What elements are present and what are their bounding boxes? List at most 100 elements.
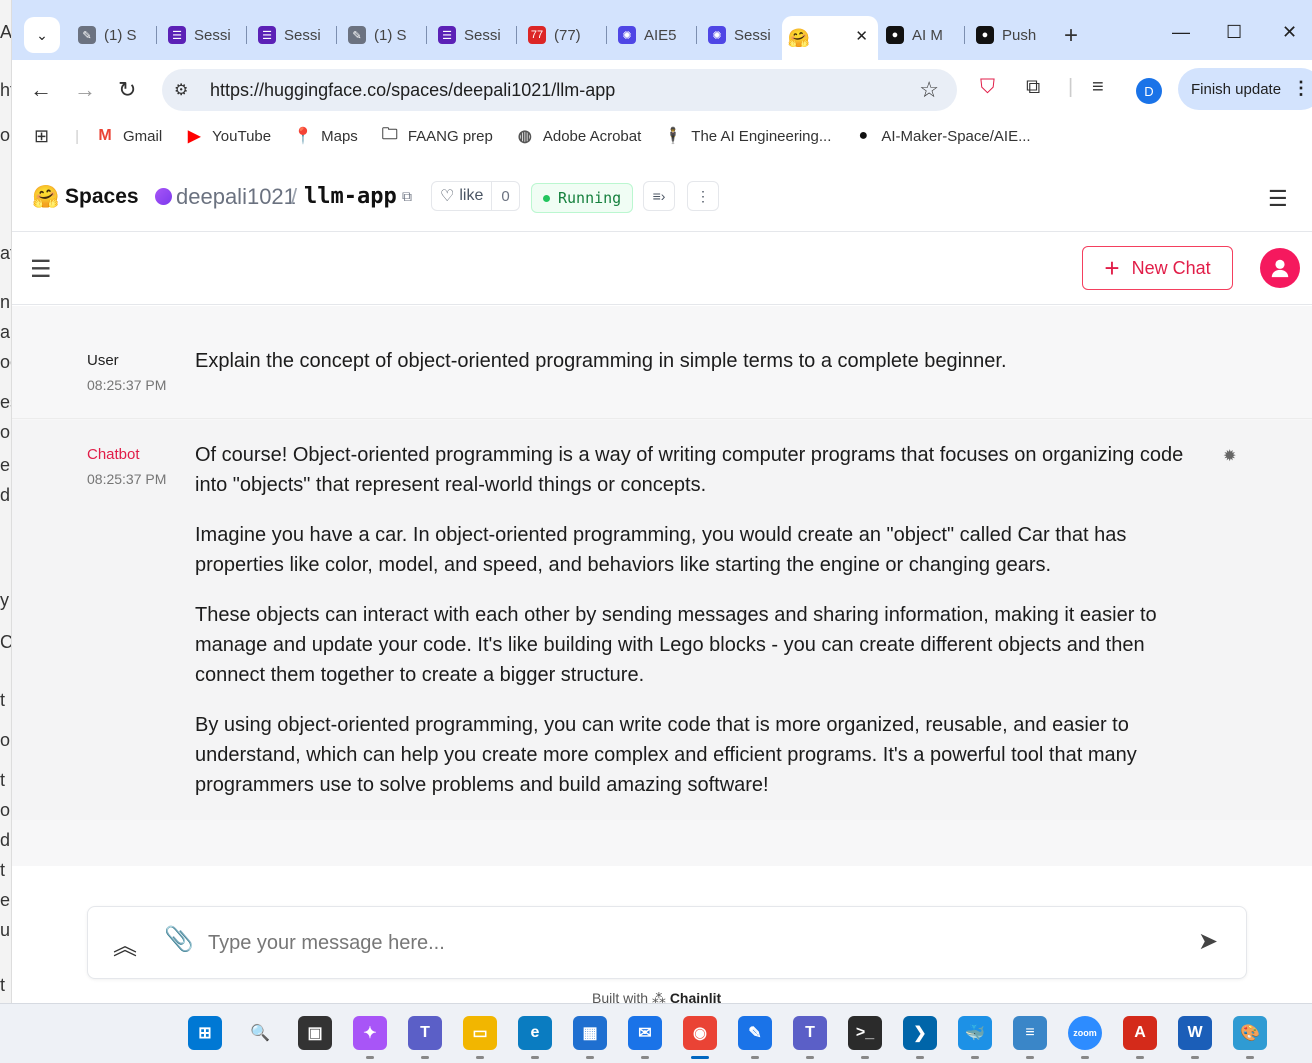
status-badge[interactable]: Running: [531, 183, 634, 213]
bookmark-item[interactable]: ● AI-Maker-Space/AIE...: [853, 127, 1031, 145]
plus-icon: +: [1104, 253, 1120, 283]
like-button[interactable]: ♡ like 0: [431, 181, 520, 211]
back-icon[interactable]: ←: [30, 77, 52, 103]
send-icon[interactable]: ➤: [1198, 927, 1218, 956]
zoom-icon[interactable]: zoom: [1068, 1016, 1102, 1059]
paperclip-icon[interactable]: 📎: [164, 925, 194, 954]
media-control-icon[interactable]: ≡: [1092, 76, 1104, 99]
search-icon[interactable]: 🔍: [243, 1016, 277, 1050]
chrome-icon[interactable]: ◉: [683, 1016, 717, 1059]
youtube-icon: ▶: [188, 128, 201, 145]
vscode-icon[interactable]: ❯: [903, 1016, 937, 1059]
maximize-icon[interactable]: ☐: [1226, 22, 1242, 43]
reload-icon[interactable]: ↻: [118, 77, 136, 103]
toolbar-divider: |: [1068, 76, 1074, 98]
more-vert-icon: ⋮: [696, 187, 710, 204]
file-explorer-icon[interactable]: ▭: [463, 1016, 497, 1059]
notepad-icon[interactable]: ≡: [1013, 1016, 1047, 1059]
new-tab-button[interactable]: +: [1064, 22, 1078, 50]
tab[interactable]: ● Push: [968, 16, 1052, 54]
extensions-puzzle-icon[interactable]: ⧉: [1026, 76, 1040, 99]
close-window-icon[interactable]: ✕: [1282, 22, 1297, 43]
copilot-icon[interactable]: ✦: [353, 1016, 387, 1059]
more-vert-icon[interactable]: ⋮: [1292, 78, 1310, 99]
logs-button[interactable]: ≡›: [643, 181, 675, 211]
profile-avatar[interactable]: D: [1136, 78, 1162, 104]
address-bar[interactable]: ⚙ https://huggingface.co/spaces/deepali1…: [162, 69, 957, 111]
owner-link[interactable]: deepali1021: [176, 184, 296, 210]
paint-icon[interactable]: 🎨: [1233, 1016, 1267, 1059]
finish-update-label: Finish update: [1191, 80, 1282, 98]
user-avatar[interactable]: [1260, 248, 1300, 288]
background-window-text: d: [0, 830, 11, 850]
word-icon[interactable]: W: [1178, 1016, 1212, 1059]
mail-icon[interactable]: ✉: [628, 1016, 662, 1059]
extension-shield-icon[interactable]: ⛉: [980, 76, 995, 99]
magic-wand-icon: ✎: [78, 26, 96, 44]
apps-grid-icon[interactable]: ⊞: [34, 126, 49, 147]
bug-icon[interactable]: ✹: [1223, 446, 1236, 466]
globe-icon: ◍: [517, 128, 532, 145]
bookmark-item[interactable]: ◍ Adobe Acrobat: [515, 126, 641, 146]
list-icon: ☰: [168, 26, 186, 44]
repo-name[interactable]: llm-app: [304, 184, 397, 209]
tab[interactable]: ● AI M: [878, 16, 962, 54]
close-tab-icon[interactable]: ✕: [855, 27, 868, 45]
new-chat-button[interactable]: + New Chat: [1082, 246, 1233, 290]
minimize-icon[interactable]: —: [1172, 22, 1190, 43]
github-icon: ●: [858, 127, 869, 144]
more-options-button[interactable]: ⋮: [687, 181, 719, 211]
start-icon[interactable]: ⊞: [188, 1016, 222, 1050]
background-window-text: o: [0, 422, 11, 442]
background-window-text: ol: [0, 730, 11, 750]
tab[interactable]: ✺ AIE5: [610, 16, 694, 54]
task-view-icon[interactable]: ▣: [298, 1016, 332, 1050]
tab[interactable]: 77 (77): [520, 16, 604, 54]
sidebar-toggle-icon[interactable]: ☰: [30, 255, 52, 284]
forward-icon[interactable]: →: [74, 77, 96, 103]
message-paragraph: Explain the concept of object-oriented p…: [195, 350, 1007, 372]
message-list: User 08:25:37 PM Explain the concept of …: [12, 306, 1312, 866]
tab-label: Push: [1002, 26, 1037, 44]
tab[interactable]: ☰ Sessi: [250, 16, 334, 54]
hamburger-menu-icon[interactable]: ☰: [1268, 186, 1288, 212]
teams-icon[interactable]: T: [408, 1016, 442, 1059]
tab-separator: [156, 26, 157, 44]
tab[interactable]: ✎ (1) S: [340, 16, 424, 54]
tab[interactable]: ☰ Sessi: [430, 16, 514, 54]
acrobat-icon[interactable]: A: [1123, 1016, 1157, 1059]
tab-label: AI M: [912, 26, 943, 44]
spaces-link[interactable]: Spaces: [65, 185, 139, 209]
copy-icon[interactable]: ⧉: [402, 188, 412, 205]
url-text[interactable]: https://huggingface.co/spaces/deepali102…: [210, 80, 615, 101]
tab-active[interactable]: 🤗 ✕: [782, 16, 878, 60]
tab-search-dropdown[interactable]: ⌄: [24, 17, 60, 53]
terminal-icon[interactable]: >_: [848, 1016, 882, 1059]
double-chevron-up-icon[interactable]: ︽: [113, 926, 137, 961]
background-window-text: t: [0, 770, 6, 790]
built-with-footer[interactable]: Built with ⁂ Chainlit: [592, 990, 721, 1003]
message-chatbot: Chatbot 08:25:37 PM Of course! Object-or…: [12, 420, 1312, 820]
bookmark-item[interactable]: ▶ YouTube: [184, 126, 271, 146]
bookmark-item[interactable]: 📍 Maps: [293, 126, 358, 146]
tab[interactable]: ✺ Sessi: [700, 16, 784, 54]
bookmark-label: Maps: [321, 127, 358, 145]
bookmark-item[interactable]: 🗀 FAANG prep: [380, 123, 493, 150]
store-icon[interactable]: ▦: [573, 1016, 607, 1059]
bookmark-item[interactable]: M Gmail: [95, 127, 162, 145]
background-window-text: or: [0, 800, 11, 820]
docker-icon[interactable]: 🐳: [958, 1016, 992, 1059]
background-window-text: at: [0, 243, 11, 263]
finish-update-button[interactable]: Finish update ⋮: [1178, 68, 1312, 110]
hugging-face-icon[interactable]: 🤗: [32, 184, 59, 210]
message-input[interactable]: [208, 925, 1168, 961]
teams-icon[interactable]: T: [793, 1016, 827, 1059]
bookmark-item[interactable]: 🕴 The AI Engineering...: [663, 126, 831, 146]
tab[interactable]: ☰ Sessi: [160, 16, 244, 54]
bookmark-star-icon[interactable]: ☆: [919, 77, 939, 103]
tool-icon[interactable]: ✎: [738, 1016, 772, 1059]
tab[interactable]: ✎ (1) S: [70, 16, 154, 54]
edge-icon[interactable]: e: [518, 1016, 552, 1059]
magic-wand-icon: ✎: [348, 26, 366, 44]
site-info-icon[interactable]: ⚙: [174, 80, 200, 100]
